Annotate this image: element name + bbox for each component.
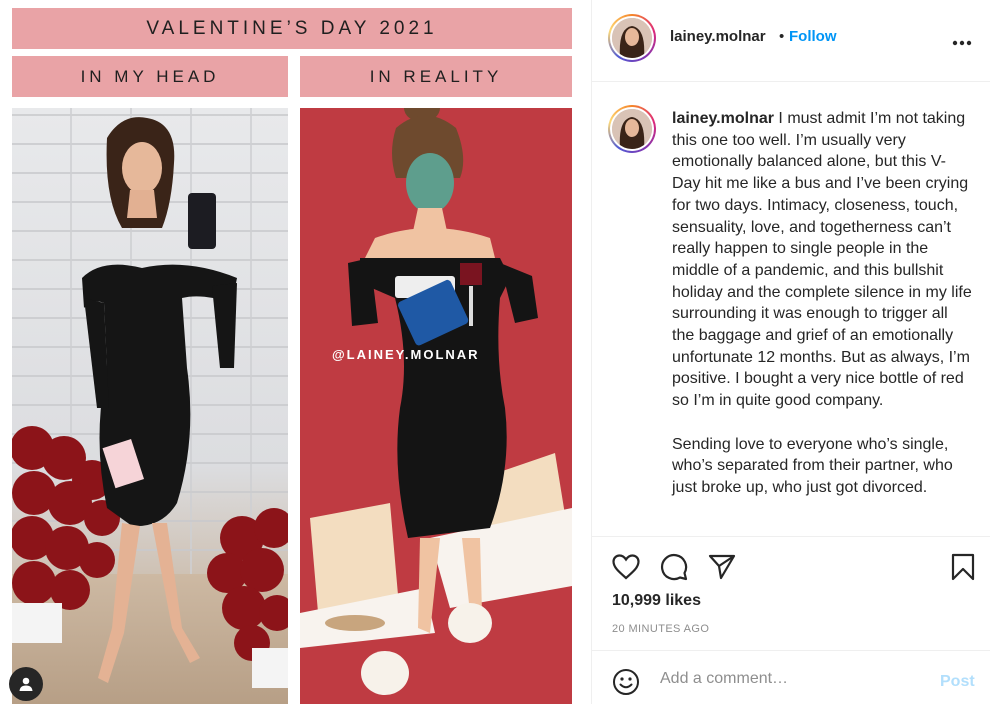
- caption-area: lainey.molnar I must admit I’m not takin…: [592, 83, 990, 535]
- photo-panel: [12, 108, 288, 704]
- paper-plane-icon: [708, 554, 736, 580]
- comment-input[interactable]: [660, 670, 920, 688]
- separator-dot: •: [779, 28, 785, 45]
- caption-paragraph: lainey.molnar I must admit I’m not takin…: [672, 108, 972, 412]
- post-header: lainey.molnar • Follow: [592, 0, 990, 82]
- caption-text: lainey.molnar I must admit I’m not takin…: [672, 108, 972, 520]
- profile-picture: [612, 18, 652, 58]
- comment-bar: Post: [592, 650, 990, 704]
- tagged-users-button[interactable]: [9, 667, 43, 701]
- post-comment-button[interactable]: Post: [940, 673, 975, 691]
- comment-button[interactable]: [657, 550, 691, 584]
- post-timestamp[interactable]: 20 MINUTES AGO: [612, 623, 709, 635]
- watermark: @LAINEY.MOLNAR: [332, 347, 480, 362]
- cartoon-woman-illustration: [300, 108, 572, 695]
- emoji-button[interactable]: [609, 665, 643, 699]
- action-bar: 10,999 likes 20 MINUTES AGO: [592, 536, 990, 649]
- banner-title: VALENTINE’S DAY 2021: [12, 8, 572, 49]
- label-in-my-head: IN MY HEAD: [12, 56, 288, 97]
- heart-icon: [612, 554, 640, 580]
- more-options-icon: [952, 40, 972, 46]
- caption-body: I must admit I’m not taking this one too…: [672, 110, 972, 410]
- user-icon: [19, 677, 33, 691]
- caption-username-link[interactable]: lainey.molnar: [672, 110, 774, 127]
- woman-photo-illustration: [12, 117, 288, 688]
- profile-picture: [612, 109, 652, 149]
- author-username-link[interactable]: lainey.molnar: [670, 28, 766, 45]
- label-in-reality: IN REALITY: [300, 56, 572, 97]
- author-avatar[interactable]: [608, 14, 656, 62]
- comment-icon: [660, 553, 688, 581]
- post-image[interactable]: VALENTINE’S DAY 2021 IN MY HEAD IN REALI…: [0, 0, 591, 704]
- caption-paragraph: Sending love to everyone who’s single, w…: [672, 435, 953, 496]
- caption-avatar[interactable]: [608, 105, 656, 153]
- smiley-icon: [613, 669, 639, 695]
- illustration-panel: [300, 108, 572, 704]
- like-button[interactable]: [609, 550, 643, 584]
- save-button[interactable]: [946, 550, 980, 584]
- bookmark-icon: [951, 553, 975, 581]
- more-options-button[interactable]: [952, 26, 972, 52]
- post-sidebar: lainey.molnar • Follow lainey.molnar I m…: [591, 0, 990, 704]
- likes-count[interactable]: 10,999 likes: [612, 592, 701, 610]
- follow-button[interactable]: Follow: [789, 28, 837, 45]
- share-button[interactable]: [705, 550, 739, 584]
